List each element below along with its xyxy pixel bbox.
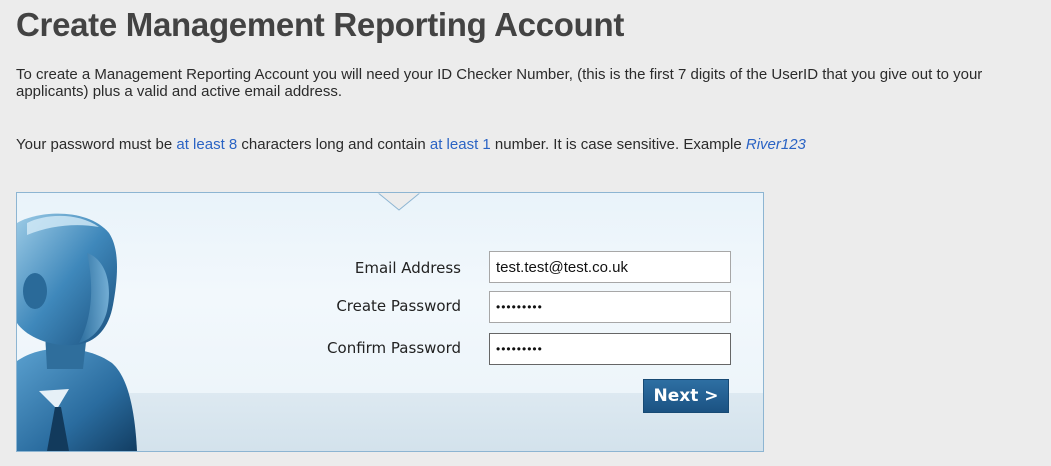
account-form-panel: Email Address Create Password Confirm Pa… (16, 192, 764, 452)
create-password-label: Create Password (336, 297, 461, 315)
confirm-password-label: Confirm Password (327, 339, 461, 357)
confirm-password-field[interactable] (489, 333, 731, 365)
password-rule-text: Your password must be at least 8 charact… (16, 136, 806, 153)
page-title: Create Management Reporting Account (16, 6, 625, 43)
password-rule-suffix: number. It is case sensitive. Example (490, 136, 746, 153)
password-rule-prefix: Your password must be (16, 136, 177, 153)
password-rule-middle: characters long and contain (237, 136, 430, 153)
password-min-numbers: at least 1 (429, 136, 491, 153)
password-example: River123 (745, 136, 806, 153)
email-field[interactable] (489, 251, 731, 283)
email-label: Email Address (354, 259, 461, 277)
next-button[interactable]: Next > (643, 379, 729, 413)
create-password-field[interactable] (489, 291, 731, 323)
intro-text: To create a Management Reporting Account… (16, 66, 983, 100)
panel-notch (377, 193, 421, 211)
password-min-length: at least 8 (176, 136, 238, 153)
user-silhouette-icon (17, 213, 137, 451)
